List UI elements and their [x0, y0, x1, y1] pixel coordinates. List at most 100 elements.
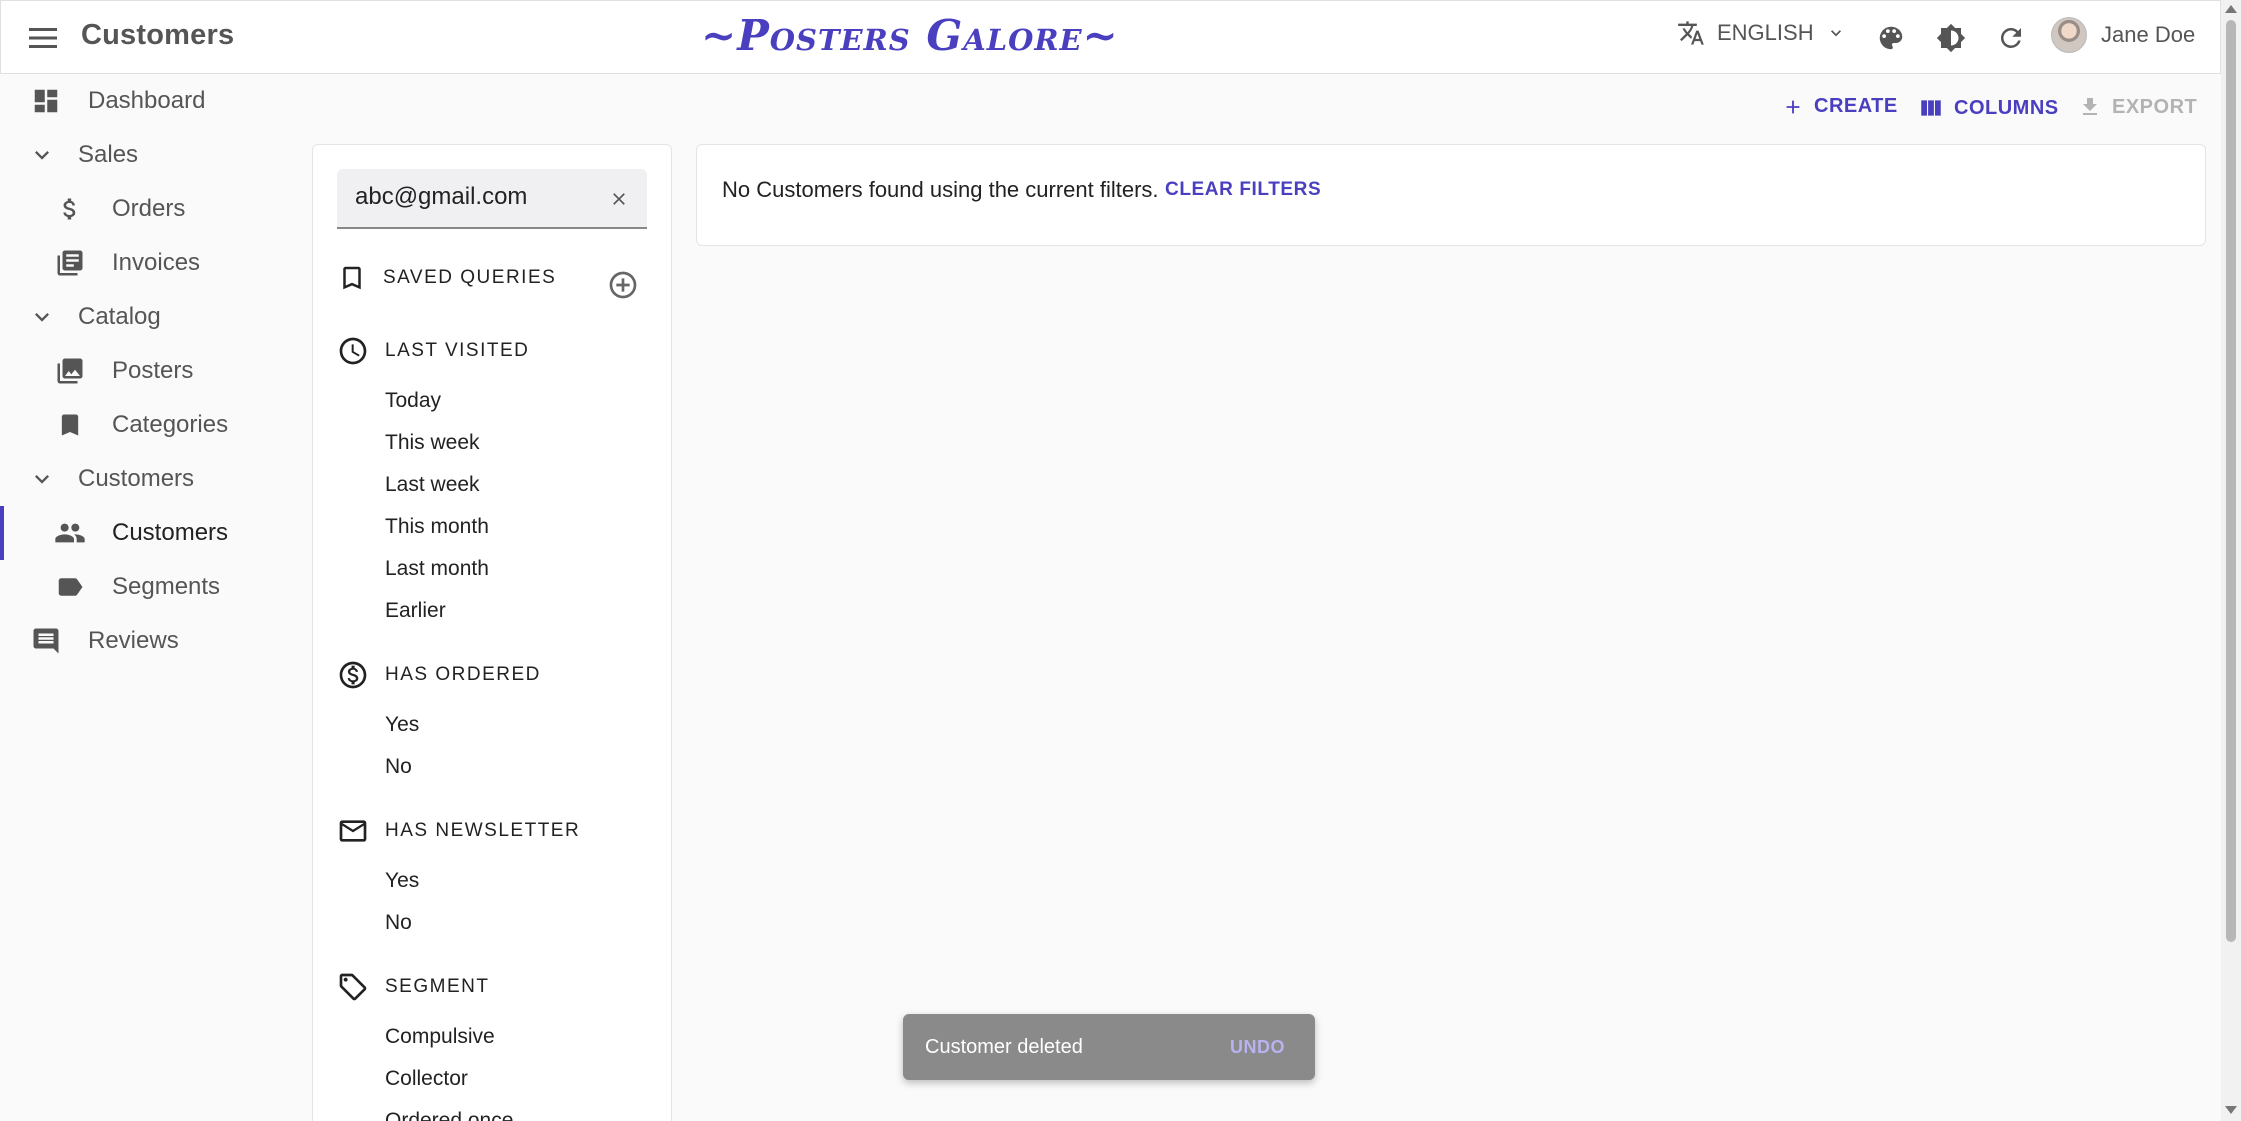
filter-option-this-month[interactable]: This month [385, 515, 489, 539]
filter-option-this-week[interactable]: This week [385, 431, 480, 455]
sidebar-item-dashboard[interactable]: Dashboard [0, 74, 300, 128]
create-label: CREATE [1814, 95, 1898, 117]
sidebar-item-label: Customers [112, 519, 229, 546]
language-selector[interactable]: ENGLISH [1677, 19, 1846, 47]
filter-option-last-month[interactable]: Last month [385, 557, 489, 581]
export-button[interactable]: EXPORT [2078, 95, 2197, 119]
refresh-icon[interactable] [1991, 18, 2031, 58]
close-icon[interactable] [607, 187, 631, 211]
sidebar-item-label: Invoices [112, 249, 201, 276]
tag-outline-icon [339, 973, 367, 1001]
search-field[interactable] [337, 169, 647, 229]
clock-icon [339, 337, 367, 365]
avatar [2051, 17, 2087, 53]
language-label: ENGLISH [1717, 20, 1814, 45]
search-input[interactable] [355, 183, 595, 211]
page-title: Customers [81, 19, 235, 51]
bookmark-icon [52, 407, 88, 443]
create-button[interactable]: CREATE [1782, 95, 1898, 118]
empty-results-card: No Customers found using the current fil… [696, 144, 2206, 246]
empty-message: No Customers found using the current fil… [722, 177, 1159, 202]
export-label: EXPORT [2112, 95, 2198, 118]
sidebar-group-sales[interactable]: Sales [0, 128, 300, 182]
invoice-icon [52, 245, 88, 281]
sidebar-item-reviews[interactable]: Reviews [0, 614, 300, 668]
saved-queries-header: SAVED QUERIES [337, 263, 556, 293]
sidebar-item-label: Segments [112, 573, 221, 600]
bookmark-outline-icon [343, 266, 361, 290]
columns-button[interactable]: COLUMNS [1918, 95, 2059, 121]
plus-icon [1786, 100, 1800, 113]
user-name: Jane Doe [2101, 22, 2196, 47]
page-scrollbar[interactable] [2221, 0, 2241, 1121]
has-ordered-header: HAS ORDERED [337, 659, 541, 691]
people-icon [52, 515, 88, 551]
dashboard-icon [28, 83, 64, 119]
snackbar-message: Customer deleted [925, 1036, 1083, 1058]
segment-header: SEGMENT [337, 971, 489, 1003]
sidebar-item-orders[interactable]: Orders [0, 182, 300, 236]
monetization-icon [339, 661, 367, 689]
clear-filters-button[interactable]: CLEAR FILTERS [1165, 179, 1321, 201]
has-newsletter-label: HAS NEWSLETTER [385, 820, 581, 841]
filter-sidebar: SAVED QUERIES LAST VISITED Today This we… [312, 144, 672, 1121]
filter-option-ordered-yes[interactable]: Yes [385, 713, 419, 737]
chevron-down-icon [24, 299, 60, 335]
mail-outline-icon [339, 820, 367, 842]
filter-option-last-week[interactable]: Last week [385, 473, 480, 497]
comment-icon [28, 623, 64, 659]
user-menu[interactable]: Jane Doe [2051, 17, 2195, 53]
has-newsletter-header: HAS NEWSLETTER [337, 815, 580, 847]
download-icon [2083, 98, 2097, 115]
filter-option-collector[interactable]: Collector [385, 1067, 468, 1091]
last-visited-header: LAST VISITED [337, 335, 529, 367]
image-icon [52, 353, 88, 389]
filter-option-earlier[interactable]: Earlier [385, 599, 446, 623]
sidebar-item-label: Catalog [78, 303, 161, 330]
sidebar-group-catalog[interactable]: Catalog [0, 290, 300, 344]
sidebar-item-label: Reviews [88, 627, 179, 654]
filter-option-ordered-no[interactable]: No [385, 755, 412, 779]
sidebar-item-segments[interactable]: Segments [0, 560, 300, 614]
sidebar-item-label: Orders [112, 195, 186, 222]
sidebar-item-label: Customers [78, 465, 195, 492]
sidebar-group-customers[interactable]: Customers [0, 452, 300, 506]
snackbar: Customer deleted UNDO [903, 1014, 1315, 1080]
filter-option-newsletter-no[interactable]: No [385, 911, 412, 935]
columns-label: COLUMNS [1954, 96, 2059, 119]
sidebar-item-label: Posters [112, 357, 194, 384]
saved-queries-label: SAVED QUERIES [383, 267, 557, 288]
last-visited-label: LAST VISITED [385, 340, 530, 361]
sidebar-item-categories[interactable]: Categories [0, 398, 300, 452]
sidebar-item-invoices[interactable]: Invoices [0, 236, 300, 290]
filter-option-today[interactable]: Today [385, 389, 441, 413]
scroll-up-arrow-icon[interactable] [2225, 5, 2237, 13]
scroll-down-arrow-icon[interactable] [2225, 1106, 2237, 1114]
filter-option-compulsive[interactable]: Compulsive [385, 1025, 495, 1049]
brightness-icon[interactable] [1931, 18, 1971, 58]
chevron-down-icon [1830, 30, 1841, 37]
filter-option-ordered-once[interactable]: Ordered once [385, 1109, 513, 1121]
undo-button[interactable]: UNDO [1230, 1037, 1285, 1058]
add-circle-icon[interactable] [605, 267, 641, 303]
filter-option-newsletter-yes[interactable]: Yes [385, 869, 419, 893]
chevron-down-icon [24, 137, 60, 173]
sidebar-item-label: Sales [78, 141, 139, 168]
sidebar-item-customers[interactable]: Customers [0, 506, 300, 560]
scroll-thumb[interactable] [2226, 20, 2236, 942]
palette-icon[interactable] [1871, 18, 1911, 58]
label-icon [52, 569, 88, 605]
sidebar-item-posters[interactable]: Posters [0, 344, 300, 398]
brand-logo: ~Posters Galore~ [701, 11, 1119, 60]
chevron-down-icon [24, 461, 60, 497]
has-ordered-label: HAS ORDERED [385, 664, 541, 685]
menu-icon[interactable] [23, 18, 63, 58]
translate-icon [1678, 21, 1704, 45]
sidebar-item-label: Categories [112, 411, 229, 438]
app-bar: Customers ~Posters Galore~ ENGLISH Jane … [0, 0, 2221, 74]
dollar-icon [52, 191, 88, 227]
columns-icon [1921, 100, 1941, 116]
sidebar-item-label: Dashboard [88, 87, 206, 114]
sidebar: Dashboard Sales Orders Invoices Catalog … [0, 74, 300, 1121]
segment-label: SEGMENT [385, 976, 490, 997]
